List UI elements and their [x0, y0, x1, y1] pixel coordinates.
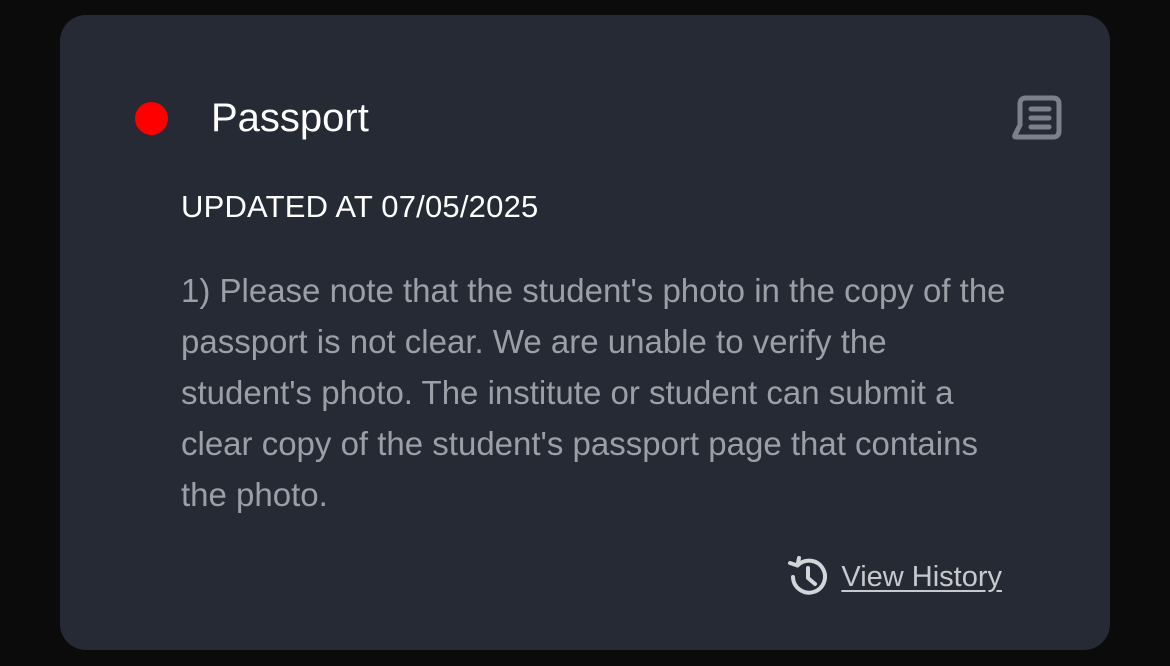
document-status-card: Passport UPDATED AT 07/05/2025 1) Please… [60, 15, 1110, 650]
status-message: 1) Please note that the student's photo … [181, 272, 1006, 513]
view-history-link[interactable]: View History [785, 555, 1002, 599]
notes-button[interactable] [1012, 95, 1062, 141]
status-indicator-dot [135, 102, 168, 135]
history-icon [788, 556, 828, 595]
view-history-label[interactable]: View History [841, 557, 1002, 597]
updated-timestamp: UPDATED AT 07/05/2025 [181, 189, 539, 224]
receipt-notes-icon [1012, 95, 1062, 140]
document-title: Passport [211, 96, 369, 140]
